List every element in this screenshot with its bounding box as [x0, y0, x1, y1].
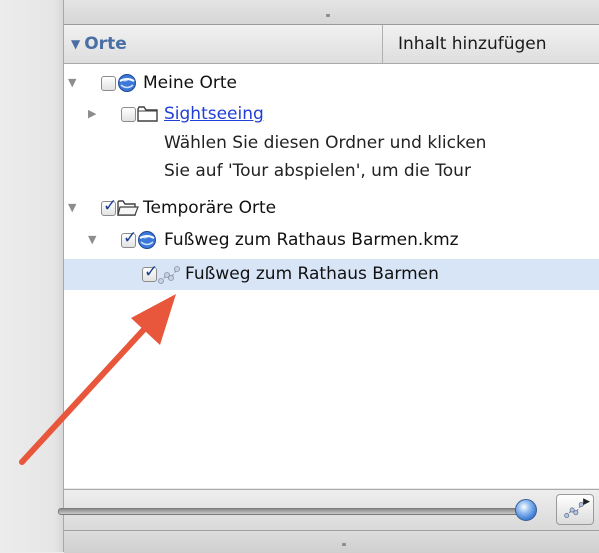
checkmark-icon: ✓ — [123, 228, 138, 248]
disclosure-right-icon[interactable]: ▶ — [88, 107, 96, 120]
open-folder-icon — [117, 199, 139, 221]
path-icon — [564, 500, 584, 524]
splitter-grip[interactable] — [342, 543, 346, 546]
lower-pane-splitter[interactable] — [64, 530, 599, 553]
tree-item-label: Fußweg zum Rathaus Barmen.kmz — [164, 230, 459, 250]
slider-thumb[interactable] — [515, 499, 537, 521]
sightseeing-description-line-2: Sie auf 'Tour abspielen', um die Tour — [164, 161, 471, 181]
disclosure-down-icon[interactable]: ▼ — [88, 233, 96, 246]
checkbox-kmz-file[interactable]: ✓ — [121, 228, 137, 248]
checkbox-path[interactable]: ✓ — [142, 262, 158, 282]
splitter-grip[interactable] — [326, 14, 330, 17]
places-section-toggle[interactable]: ▼ Orte — [71, 34, 127, 54]
disclosure-down-icon[interactable]: ▼ — [68, 201, 76, 214]
globe-icon — [117, 73, 137, 97]
transparency-slider[interactable] — [58, 508, 530, 515]
tree-item-label: Meine Orte — [143, 73, 237, 93]
add-content-button[interactable]: Inhalt hinzufügen — [398, 34, 547, 54]
places-toolbar: ▶ — [58, 489, 599, 530]
checkbox-temporaere-orte[interactable]: ✓ — [101, 196, 117, 216]
view-options-button[interactable]: ▶ — [556, 494, 594, 525]
header-divider — [382, 25, 383, 63]
tree-item-label: Fußweg zum Rathaus Barmen — [185, 264, 439, 284]
places-header: ▼ Orte Inhalt hinzufügen — [64, 25, 599, 64]
checkmark-icon: ✓ — [103, 196, 118, 216]
tree-item-sightseeing[interactable]: ▶ Sightseeing — [64, 99, 599, 130]
checkbox-sightseeing[interactable] — [121, 107, 136, 122]
tree-item-meine-orte[interactable]: ▼ Meine Orte — [64, 68, 599, 99]
checkmark-icon: ✓ — [144, 262, 159, 282]
places-panel-window: ▼Orte Inhalt hinzufügen ▼ Meine Orte ▶ — [0, 0, 599, 553]
left-edge-panel — [0, 0, 64, 552]
disclosure-down-icon: ▼ — [71, 37, 81, 51]
tree-item-label: Temporäre Orte — [143, 198, 277, 218]
upper-pane-splitter[interactable] — [64, 0, 599, 25]
sightseeing-description-line-1: Wählen Sie diesen Ordner und klicken — [164, 133, 487, 153]
path-icon — [158, 265, 180, 289]
tree-item-path-selected[interactable]: ✓ Fußweg zum Rathaus Barmen — [64, 259, 599, 290]
sightseeing-link[interactable]: Sightseeing — [164, 104, 264, 124]
disclosure-down-icon[interactable]: ▼ — [68, 76, 76, 89]
checkbox-meine-orte[interactable] — [101, 76, 116, 91]
places-tree: ▼ Meine Orte ▶ Sightseeing Wählen Sie di… — [64, 64, 599, 488]
globe-icon — [137, 230, 157, 254]
dropdown-arrow-icon: ▶ — [583, 497, 590, 507]
places-title: Orte — [84, 34, 127, 54]
tree-item-kmz-file[interactable]: ▼ ✓ Fußweg zum Rathaus Barmen.kmz — [64, 225, 599, 256]
tree-item-temporaere-orte[interactable]: ▼ ✓ Temporäre Orte — [64, 193, 599, 224]
folder-icon — [137, 105, 159, 127]
